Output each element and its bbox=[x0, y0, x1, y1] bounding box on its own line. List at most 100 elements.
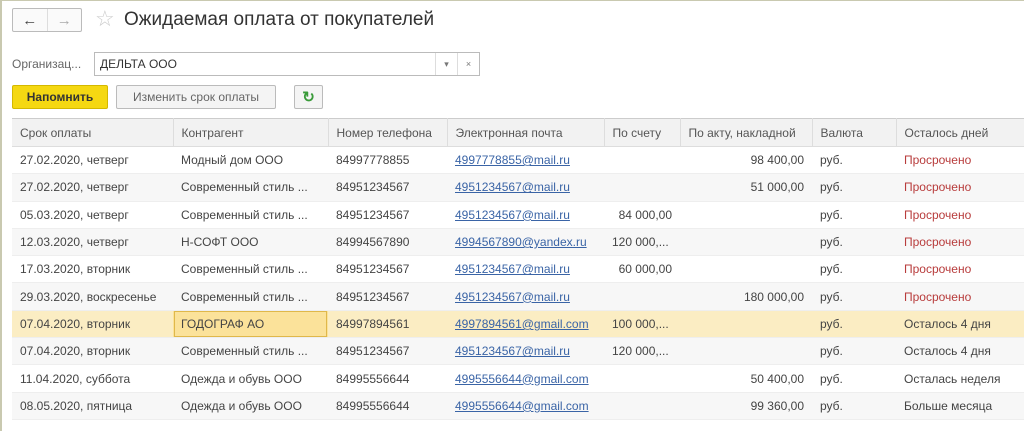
days-left-cell[interactable]: Осталось 4 дня bbox=[896, 337, 1024, 366]
days-left-cell[interactable]: Просрочено bbox=[896, 201, 1024, 229]
email-cell[interactable]: 4951234567@mail.ru bbox=[447, 282, 604, 311]
invoice-amount-cell[interactable] bbox=[604, 173, 680, 202]
forward-button[interactable]: → bbox=[46, 9, 82, 31]
days-left-cell[interactable]: Просрочено bbox=[896, 146, 1024, 175]
table-row[interactable]: 12.03.2020, четверг Н-СОФТ ООО 84994567890… bbox=[12, 228, 1024, 257]
phone-cell[interactable]: 84994567890 bbox=[328, 228, 447, 257]
invoice-amount-cell[interactable]: 120 000,... bbox=[604, 337, 680, 366]
table-row[interactable]: 17.03.2020, вторник Современный стиль ...… bbox=[12, 255, 1024, 284]
email-link[interactable]: 4951234567@mail.ru bbox=[455, 344, 570, 358]
due-date-cell[interactable]: 07.04.2020, вторник bbox=[12, 337, 173, 366]
due-date-cell[interactable]: 08.05.2020, пятница bbox=[12, 392, 173, 420]
organization-field[interactable]: ДЕЛЬТА ООО ▾ × bbox=[94, 52, 480, 76]
invoice-amount-cell[interactable] bbox=[604, 282, 680, 311]
phone-cell[interactable]: 84997894561 bbox=[328, 310, 447, 339]
email-link[interactable]: 4951234567@mail.ru bbox=[455, 262, 570, 276]
email-link[interactable]: 4995556644@gmail.com bbox=[455, 372, 589, 386]
due-date-cell[interactable]: 07.04.2020, вторник bbox=[12, 310, 173, 339]
column-header[interactable]: По счету bbox=[604, 118, 681, 147]
email-cell[interactable]: 4994567890@yandex.ru bbox=[447, 228, 604, 257]
email-cell[interactable]: 4951234567@mail.ru bbox=[447, 173, 604, 202]
invoice-amount-cell[interactable]: 84 000,00 bbox=[604, 201, 680, 229]
table-row[interactable]: 08.05.2020, пятница Одежда и обувь ООО 849… bbox=[12, 392, 1024, 420]
counterparty-cell[interactable]: Одежда и обувь ООО bbox=[173, 364, 328, 393]
remind-button[interactable]: Напомнить bbox=[12, 85, 108, 109]
phone-cell[interactable]: 84951234567 bbox=[328, 173, 447, 202]
act-amount-cell[interactable] bbox=[680, 228, 812, 257]
due-date-cell[interactable]: 17.03.2020, вторник bbox=[12, 255, 173, 284]
due-date-cell[interactable]: 27.02.2020, четверг bbox=[12, 146, 173, 175]
due-date-cell[interactable]: 05.03.2020, четверг bbox=[12, 201, 173, 229]
column-header[interactable]: Контрагент bbox=[173, 118, 329, 147]
table-row[interactable]: 07.04.2020, вторник Современный стиль ...… bbox=[12, 337, 1024, 366]
email-link[interactable]: 4951234567@mail.ru bbox=[455, 180, 570, 194]
currency-cell[interactable]: руб. bbox=[812, 255, 896, 284]
invoice-amount-cell[interactable]: 60 000,00 bbox=[604, 255, 680, 284]
days-left-cell[interactable]: Просрочено bbox=[896, 228, 1024, 257]
currency-cell[interactable]: руб. bbox=[812, 201, 896, 229]
phone-cell[interactable]: 84995556644 bbox=[328, 364, 447, 393]
currency-cell[interactable]: руб. bbox=[812, 282, 896, 311]
due-date-cell[interactable]: 12.03.2020, четверг bbox=[12, 228, 173, 257]
invoice-amount-cell[interactable]: 120 000,... bbox=[604, 228, 680, 257]
counterparty-cell[interactable]: ГОДОГРАФ АО bbox=[173, 310, 328, 339]
email-link[interactable]: 4951234567@mail.ru bbox=[455, 208, 570, 222]
currency-cell[interactable]: руб. bbox=[812, 228, 896, 257]
email-cell[interactable]: 4951234567@mail.ru bbox=[447, 201, 604, 229]
days-left-cell[interactable]: Просрочено bbox=[896, 282, 1024, 311]
currency-cell[interactable]: руб. bbox=[812, 364, 896, 393]
due-date-cell[interactable]: 27.02.2020, четверг bbox=[12, 173, 173, 202]
table-row[interactable]: 05.03.2020, четверг Современный стиль ...… bbox=[12, 201, 1024, 229]
favorite-star-icon[interactable]: ☆ bbox=[95, 6, 115, 32]
phone-cell[interactable]: 84951234567 bbox=[328, 337, 447, 366]
email-cell[interactable]: 4995556644@gmail.com bbox=[447, 364, 604, 393]
refresh-icon[interactable]: ↻ bbox=[294, 85, 323, 109]
days-left-cell[interactable]: Больше месяца bbox=[896, 392, 1024, 420]
phone-cell[interactable]: 84995556644 bbox=[328, 392, 447, 420]
currency-cell[interactable]: руб. bbox=[812, 146, 896, 175]
email-link[interactable]: 4994567890@yandex.ru bbox=[455, 235, 587, 249]
column-header[interactable]: Осталось дней bbox=[896, 118, 1024, 147]
table-row[interactable]: 27.02.2020, четверг Современный стиль ...… bbox=[12, 173, 1024, 202]
due-date-cell[interactable]: 11.04.2020, суббота bbox=[12, 364, 173, 393]
email-link[interactable]: 4997778855@mail.ru bbox=[455, 153, 570, 167]
column-header[interactable]: Электронная почта bbox=[447, 118, 605, 147]
counterparty-cell[interactable]: Современный стиль ... bbox=[173, 255, 328, 284]
email-link[interactable]: 4951234567@mail.ru bbox=[455, 290, 570, 304]
table-row[interactable]: 27.02.2020, четверг Модный дом ООО 8499777… bbox=[12, 146, 1024, 175]
days-left-cell[interactable]: Просрочено bbox=[896, 255, 1024, 284]
invoice-amount-cell[interactable] bbox=[604, 392, 680, 420]
act-amount-cell[interactable]: 51 000,00 bbox=[680, 173, 812, 202]
days-left-cell[interactable]: Осталась неделя bbox=[896, 364, 1024, 393]
days-left-cell[interactable]: Осталось 4 дня bbox=[896, 310, 1024, 339]
table-row[interactable]: 07.04.2020, вторник ГОДОГРАФ АО 8499789456… bbox=[12, 310, 1024, 339]
currency-cell[interactable]: руб. bbox=[812, 173, 896, 202]
counterparty-cell[interactable]: Современный стиль ... bbox=[173, 282, 328, 311]
table-row[interactable]: 11.04.2020, суббота Одежда и обувь ООО 849… bbox=[12, 364, 1024, 393]
act-amount-cell[interactable]: 98 400,00 bbox=[680, 146, 812, 175]
act-amount-cell[interactable]: 50 400,00 bbox=[680, 364, 812, 393]
counterparty-cell[interactable]: Современный стиль ... bbox=[173, 201, 328, 229]
act-amount-cell[interactable]: 180 000,00 bbox=[680, 282, 812, 311]
invoice-amount-cell[interactable] bbox=[604, 364, 680, 393]
email-cell[interactable]: 4997894561@gmail.com bbox=[447, 310, 604, 339]
currency-cell[interactable]: руб. bbox=[812, 337, 896, 366]
change-due-date-button[interactable]: Изменить срок оплаты bbox=[116, 85, 276, 109]
column-header[interactable]: По акту, накладной bbox=[680, 118, 813, 147]
email-cell[interactable]: 4951234567@mail.ru bbox=[447, 337, 604, 366]
phone-cell[interactable]: 84951234567 bbox=[328, 255, 447, 284]
column-header[interactable]: Валюта bbox=[812, 118, 897, 147]
days-left-cell[interactable]: Просрочено bbox=[896, 173, 1024, 202]
counterparty-cell[interactable]: Модный дом ООО bbox=[173, 146, 328, 175]
counterparty-cell[interactable]: Современный стиль ... bbox=[173, 173, 328, 202]
counterparty-cell[interactable]: Одежда и обувь ООО bbox=[173, 392, 328, 420]
counterparty-cell[interactable]: Н-СОФТ ООО bbox=[173, 228, 328, 257]
dropdown-icon[interactable]: ▾ bbox=[435, 53, 457, 75]
phone-cell[interactable]: 84951234567 bbox=[328, 282, 447, 311]
phone-cell[interactable]: 84951234567 bbox=[328, 201, 447, 229]
column-header[interactable]: Номер телефона bbox=[328, 118, 448, 147]
act-amount-cell[interactable] bbox=[680, 337, 812, 366]
phone-cell[interactable]: 84997778855 bbox=[328, 146, 447, 175]
act-amount-cell[interactable] bbox=[680, 255, 812, 284]
back-button[interactable]: ← bbox=[13, 9, 47, 31]
